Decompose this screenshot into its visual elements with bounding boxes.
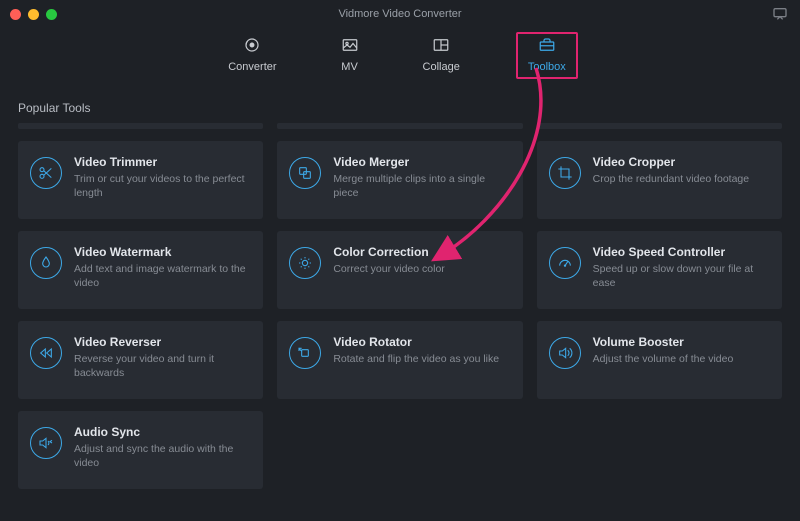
tool-description: Crop the redundant video footage — [593, 172, 770, 186]
grid-stub — [277, 123, 522, 129]
converter-icon — [241, 36, 263, 57]
tool-description: Reverse your video and turn it backwards — [74, 352, 251, 380]
tool-card-video-speed-controller[interactable]: Video Speed Controller Speed up or slow … — [537, 231, 782, 309]
tool-title: Video Merger — [333, 155, 510, 169]
tab-label: Converter — [228, 61, 276, 73]
crop-icon — [549, 157, 581, 189]
tool-card-video-trimmer[interactable]: Video Trimmer Trim or cut your videos to… — [18, 141, 263, 219]
brightness-icon — [289, 247, 321, 279]
tool-card-video-rotator[interactable]: Video Rotator Rotate and flip the video … — [277, 321, 522, 399]
tab-mv[interactable]: MV — [333, 32, 367, 79]
window-title: Vidmore Video Converter — [0, 8, 800, 20]
feedback-icon[interactable] — [772, 6, 788, 20]
volume-icon — [549, 337, 581, 369]
minimize-window-button[interactable] — [28, 9, 39, 20]
tools-grid: Video Trimmer Trim or cut your videos to… — [0, 123, 800, 507]
tab-label: Toolbox — [528, 61, 566, 73]
tool-description: Correct your video color — [333, 262, 510, 276]
window-titlebar: Vidmore Video Converter — [0, 0, 800, 28]
tab-label: MV — [341, 61, 358, 73]
tab-label: Collage — [423, 61, 460, 73]
tool-title: Video Reverser — [74, 335, 251, 349]
tool-card-volume-booster[interactable]: Volume Booster Adjust the volume of the … — [537, 321, 782, 399]
tool-title: Video Trimmer — [74, 155, 251, 169]
tool-card-audio-sync[interactable]: Audio Sync Adjust and sync the audio wit… — [18, 411, 263, 489]
tool-description: Rotate and flip the video as you like — [333, 352, 510, 366]
tool-title: Volume Booster — [593, 335, 770, 349]
collage-icon — [430, 36, 452, 57]
merge-icon — [289, 157, 321, 189]
grid-stub — [537, 123, 782, 129]
tab-collage[interactable]: Collage — [417, 32, 466, 79]
toolbox-icon — [536, 36, 558, 57]
mv-icon — [339, 36, 361, 57]
tool-card-color-correction[interactable]: Color Correction Correct your video colo… — [277, 231, 522, 309]
tool-title: Video Speed Controller — [593, 245, 770, 259]
tool-title: Video Cropper — [593, 155, 770, 169]
watermark-icon — [30, 247, 62, 279]
tool-description: Merge multiple clips into a single piece — [333, 172, 510, 200]
tab-toolbox[interactable]: Toolbox — [516, 32, 578, 79]
tool-card-video-merger[interactable]: Video Merger Merge multiple clips into a… — [277, 141, 522, 219]
tool-description: Adjust the volume of the video — [593, 352, 770, 366]
tool-card-video-reverser[interactable]: Video Reverser Reverse your video and tu… — [18, 321, 263, 399]
tool-card-video-watermark[interactable]: Video Watermark Add text and image water… — [18, 231, 263, 309]
window-controls — [10, 9, 57, 20]
speedometer-icon — [549, 247, 581, 279]
section-heading: Popular Tools — [0, 91, 800, 123]
audio-sync-icon — [30, 427, 62, 459]
tool-title: Video Watermark — [74, 245, 251, 259]
rewind-icon — [30, 337, 62, 369]
close-window-button[interactable] — [10, 9, 21, 20]
main-tabbar: Converter MV Collage Toolbox — [0, 28, 800, 91]
tool-card-video-cropper[interactable]: Video Cropper Crop the redundant video f… — [537, 141, 782, 219]
maximize-window-button[interactable] — [46, 9, 57, 20]
tool-title: Audio Sync — [74, 425, 251, 439]
scissors-icon — [30, 157, 62, 189]
tool-description: Adjust and sync the audio with the video — [74, 442, 251, 470]
tool-title: Video Rotator — [333, 335, 510, 349]
tool-title: Color Correction — [333, 245, 510, 259]
tool-description: Trim or cut your videos to the perfect l… — [74, 172, 251, 200]
tool-description: Speed up or slow down your file at ease — [593, 262, 770, 290]
tool-description: Add text and image watermark to the vide… — [74, 262, 251, 290]
rotate-icon — [289, 337, 321, 369]
grid-stub — [18, 123, 263, 129]
tab-converter[interactable]: Converter — [222, 32, 282, 79]
